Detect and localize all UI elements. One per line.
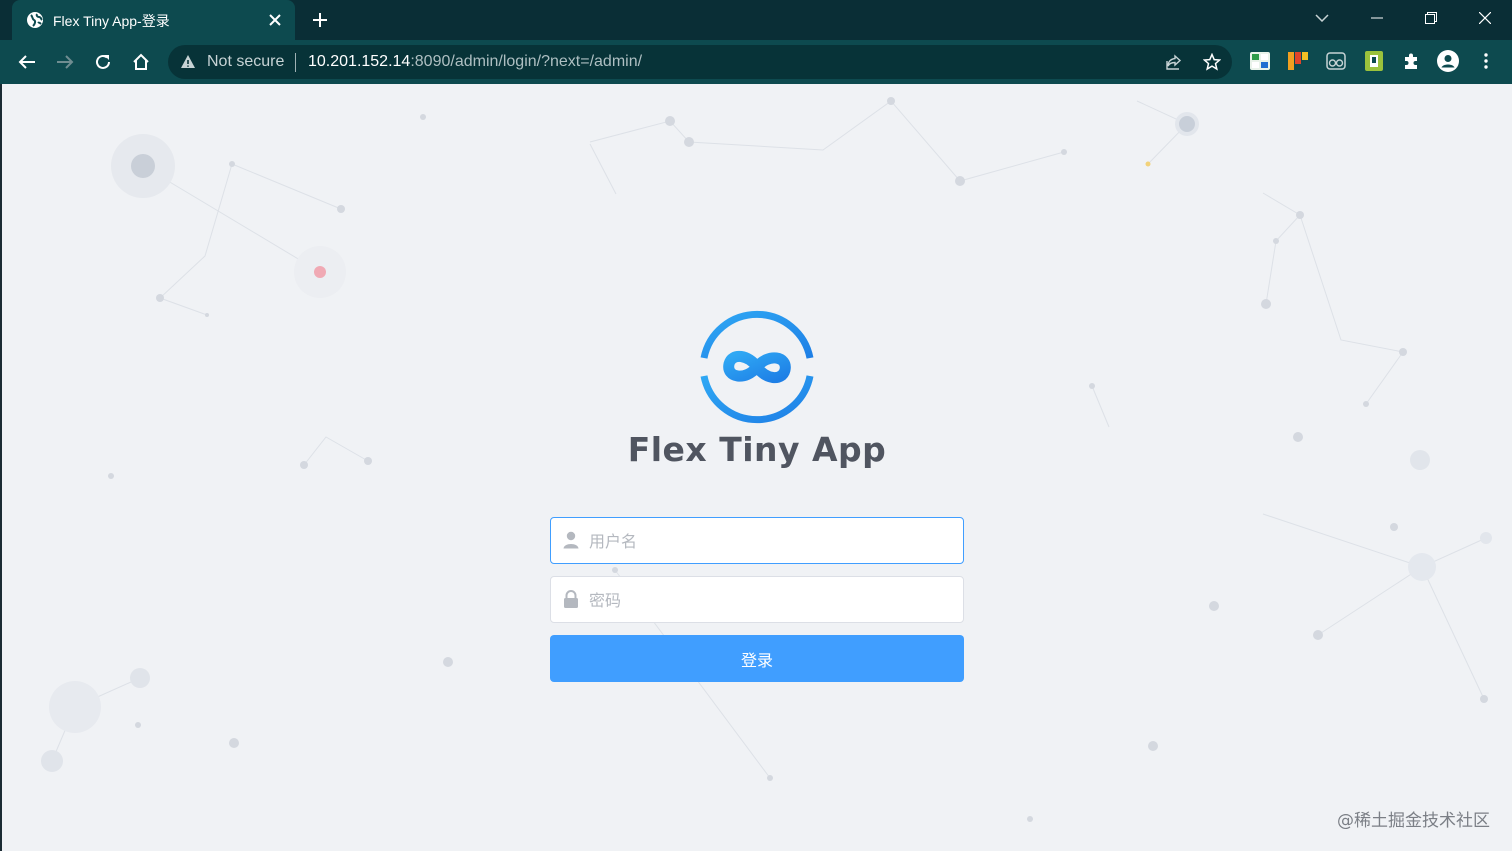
profile-avatar-icon[interactable] bbox=[1437, 50, 1459, 72]
url-text[interactable]: 10.201.152.14:8090/admin/login/?next=/ad… bbox=[308, 53, 642, 71]
tab-title: Flex Tiny App-登录 bbox=[53, 13, 170, 29]
extension-spreadsheet-icon[interactable] bbox=[1249, 50, 1271, 72]
login-button[interactable]: 登录 bbox=[550, 635, 964, 682]
minimize-button[interactable] bbox=[1364, 8, 1390, 28]
browser-toolbar: Not secure 10.201.152.14:8090/admin/logi… bbox=[0, 40, 1512, 84]
address-bar[interactable]: Not secure 10.201.152.14:8090/admin/logi… bbox=[168, 45, 1232, 79]
reload-icon[interactable] bbox=[91, 50, 115, 74]
bookmark-star-icon[interactable] bbox=[1202, 52, 1222, 72]
warning-icon bbox=[180, 54, 196, 70]
url-path: :8090/admin/login/?next=/admin/ bbox=[410, 53, 643, 70]
username-field[interactable] bbox=[550, 517, 964, 565]
login-page: Flex Tiny App 登录 @稀土掘金技术社区 bbox=[0, 84, 1512, 851]
browser-menu-icon[interactable] bbox=[1475, 50, 1497, 72]
password-field[interactable] bbox=[550, 576, 964, 624]
new-tab-button[interactable] bbox=[308, 8, 332, 32]
url-host: 10.201.152.14 bbox=[308, 53, 411, 70]
browser-tab-bar: Flex Tiny App-登录 bbox=[0, 0, 1512, 40]
password-input[interactable] bbox=[587, 577, 951, 624]
extensions-puzzle-icon[interactable] bbox=[1400, 50, 1422, 72]
watermark-text: @稀土掘金技术社区 bbox=[1337, 811, 1490, 831]
extension-glasses-icon[interactable] bbox=[1325, 50, 1347, 72]
browser-tab-active[interactable]: Flex Tiny App-登录 bbox=[12, 0, 295, 40]
user-icon bbox=[563, 531, 579, 549]
extension-flag-icon[interactable] bbox=[1287, 50, 1309, 72]
app-logo-infinity-icon bbox=[700, 310, 814, 424]
username-input[interactable] bbox=[587, 518, 951, 565]
window-close-button[interactable] bbox=[1472, 8, 1498, 28]
app-title: Flex Tiny App bbox=[627, 430, 887, 469]
forward-arrow-icon[interactable] bbox=[53, 50, 77, 74]
home-icon[interactable] bbox=[129, 50, 153, 74]
lock-icon bbox=[563, 590, 579, 608]
security-label[interactable]: Not secure bbox=[207, 53, 284, 71]
restore-button[interactable] bbox=[1418, 8, 1444, 28]
address-divider bbox=[295, 53, 296, 72]
close-icon[interactable] bbox=[265, 10, 285, 30]
back-arrow-icon[interactable] bbox=[15, 50, 39, 74]
share-icon[interactable] bbox=[1164, 52, 1184, 72]
extension-book-icon[interactable] bbox=[1363, 50, 1385, 72]
globe-icon bbox=[26, 11, 44, 29]
tab-search-icon[interactable] bbox=[1309, 8, 1335, 28]
